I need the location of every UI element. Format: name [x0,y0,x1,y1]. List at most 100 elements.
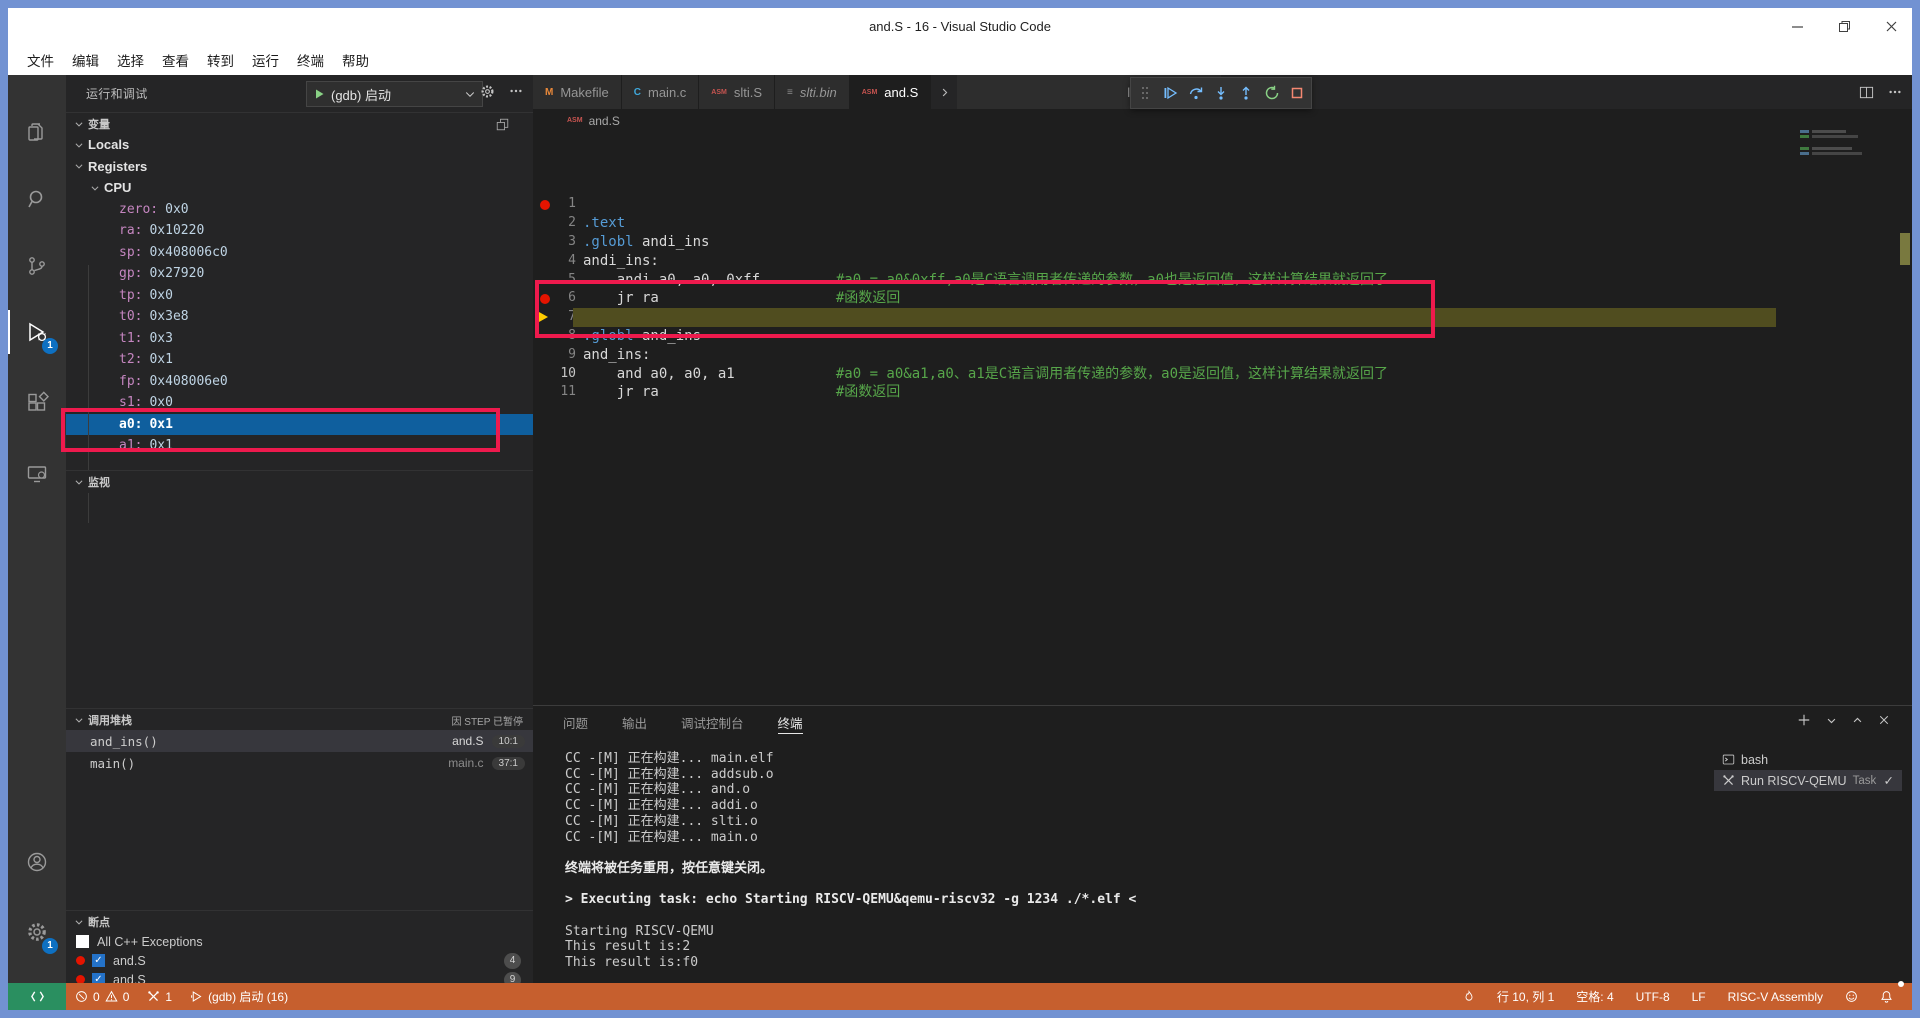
activity-extensions[interactable] [8,379,66,427]
variables-section-header[interactable]: 变量 [66,112,533,135]
restart-icon[interactable] [1262,82,1281,104]
copy-value-icon[interactable] [496,118,509,131]
tab-slti-bin[interactable]: ≡slti.bin [775,75,850,109]
var-group-locals[interactable]: Locals [66,134,533,156]
activity-search[interactable] [8,175,66,223]
language-mode[interactable]: RISC-V Assembly [1719,983,1832,1010]
tab-slti-S[interactable]: ASMslti.S [699,75,775,109]
maximize-panel-icon[interactable] [1852,715,1863,726]
activity-remote-explorer[interactable] [8,450,66,498]
notifications[interactable] [1871,983,1902,1010]
launch-config-dropdown[interactable]: (gdb) 启动 [306,81,483,107]
code-line-8[interactable]: 8 and_ins: [533,271,1912,290]
close-panel-icon[interactable] [1878,714,1890,726]
breakpoint-row-0[interactable]: All C++ Exceptions [66,932,533,951]
code-editor[interactable]: 1 .text 2 .globl andi_ins 3 andi_ins: 4 … [533,132,1912,712]
code-line-5[interactable]: 5 jr ra #函数返回 [533,214,1912,233]
terminal-session-1[interactable]: Run RISCV-QEMU Task ✓ [1714,770,1902,791]
tab-and-S[interactable]: ASMand.S [850,75,932,109]
breakpoint-dot-icon[interactable] [540,294,550,304]
panel-tab-0[interactable]: 问题 [563,706,588,738]
code-line-7[interactable]: 7 .globl and_ins [533,252,1912,271]
activity-settings-gear[interactable]: 1 [8,908,66,956]
code-line-9[interactable]: 9 and a0, a0, a1 #a0 = a0&a1,a0、a1是C语言调用… [533,289,1912,308]
code-line-10[interactable]: 10 jr ra #函数返回 [533,308,1912,327]
minimize-icon[interactable] [1791,20,1804,33]
panel-tab-2[interactable]: 调试控制台 [681,706,744,738]
var-group-cpu[interactable]: CPU [66,177,533,199]
continue-icon[interactable] [1160,82,1179,104]
flame-status[interactable] [1454,983,1484,1010]
cursor-position[interactable]: 行 10, 列 1 [1488,983,1563,1010]
breakpoint-dot-icon[interactable] [540,200,550,210]
register-row-fp[interactable]: fp:0x408006e0 [66,371,533,393]
remote-indicator[interactable] [8,983,66,1010]
menu-item-0[interactable]: 文件 [18,50,63,70]
register-row-ra[interactable]: ra:0x10220 [66,220,533,242]
step-over-icon[interactable] [1186,82,1205,104]
menu-item-5[interactable]: 运行 [243,50,288,70]
code-line-3[interactable]: 3 andi_ins: [533,177,1912,196]
register-row-gp[interactable]: gp:0x27920 [66,263,533,285]
code-line-1[interactable]: 1 .text [533,139,1912,158]
code-line-6[interactable]: 6 [533,233,1912,252]
code-line-2[interactable]: 2 .globl andi_ins [533,158,1912,177]
restore-icon[interactable] [1838,20,1851,33]
indentation[interactable]: 空格: 4 [1567,983,1622,1010]
feedback[interactable] [1836,983,1867,1010]
terminal-dropdown-icon[interactable] [1826,715,1837,726]
step-out-icon[interactable] [1237,82,1256,104]
activity-run-and-debug[interactable]: 1 [8,308,66,356]
menu-item-7[interactable]: 帮助 [333,50,378,70]
callstack-section-header[interactable]: 调用堆栈 因 STEP 已暂停 [66,708,533,731]
breakpoint-row-1[interactable]: ✓ and.S 4 [66,951,533,970]
running-tasks-status[interactable]: 1 [138,983,181,1010]
watch-section-header[interactable]: 监视 [66,470,533,493]
split-editor-icon[interactable] [1859,85,1874,100]
menu-item-6[interactable]: 终端 [288,50,333,70]
register-row-zero[interactable]: zero:0x0 [66,199,533,221]
debug-session-status[interactable]: (gdb) 启动 (16) [181,983,297,1010]
editor-more-actions-icon[interactable] [1888,85,1902,99]
panel-tab-1[interactable]: 输出 [622,706,647,738]
register-row-a1[interactable]: a1:0x1 [66,435,533,457]
panel-tab-3[interactable]: 终端 [778,706,803,738]
activity-account[interactable] [8,838,66,886]
start-debug-icon[interactable] [313,88,325,100]
terminal-output[interactable]: CC -[M] 正在构建... main.elfCC -[M] 正在构建... … [565,751,1136,971]
stop-icon[interactable] [1288,82,1307,104]
code-line-4[interactable]: 4 andi a0, a0, 0xff #a0 = a0&0xff,a0是C语言… [533,195,1912,214]
problems-status[interactable]: 0 0 [66,983,138,1010]
menu-item-1[interactable]: 编辑 [63,50,108,70]
debug-settings-gear-icon[interactable] [480,84,495,99]
step-into-icon[interactable] [1211,82,1230,104]
terminal-session-0[interactable]: bash [1714,749,1902,770]
tab-main-c[interactable]: Cmain.c [622,75,700,109]
breakpoints-section-header[interactable]: 断点 [66,910,533,933]
eol[interactable]: LF [1683,983,1715,1010]
register-row-t2[interactable]: t2:0x1 [66,349,533,371]
breakpoint-checkbox[interactable]: ✓ [92,954,105,967]
tab-Makefile[interactable]: MMakefile [533,75,622,109]
var-group-registers[interactable]: Registers [66,156,533,178]
menu-item-4[interactable]: 转到 [198,50,243,70]
tab-overflow-chevron-icon[interactable] [931,75,957,109]
scrollbar-decoration[interactable] [1900,233,1910,265]
register-row-sp[interactable]: sp:0x408006c0 [66,242,533,264]
more-actions-icon[interactable] [509,84,523,98]
close-icon[interactable] [1885,20,1898,33]
menu-item-2[interactable]: 选择 [108,50,153,70]
activity-source-control[interactable] [8,242,66,290]
register-row-s1[interactable]: s1:0x0 [66,392,533,414]
breadcrumb[interactable]: ASM and.S [533,109,1912,132]
stack-frame-1[interactable]: main() main.c 37:1 [66,752,533,774]
encoding[interactable]: UTF-8 [1627,983,1679,1010]
register-row-t0[interactable]: t0:0x3e8 [66,306,533,328]
new-terminal-icon[interactable] [1797,713,1811,727]
stack-frame-0[interactable]: and_ins() and.S 10:1 [66,730,533,752]
activity-explorer[interactable] [8,108,66,156]
breakpoint-checkbox[interactable] [76,935,89,948]
code-line-11[interactable]: 11 [533,327,1912,346]
menu-item-3[interactable]: 查看 [153,50,198,70]
register-row-a0[interactable]: a0:0x1 [66,414,533,436]
